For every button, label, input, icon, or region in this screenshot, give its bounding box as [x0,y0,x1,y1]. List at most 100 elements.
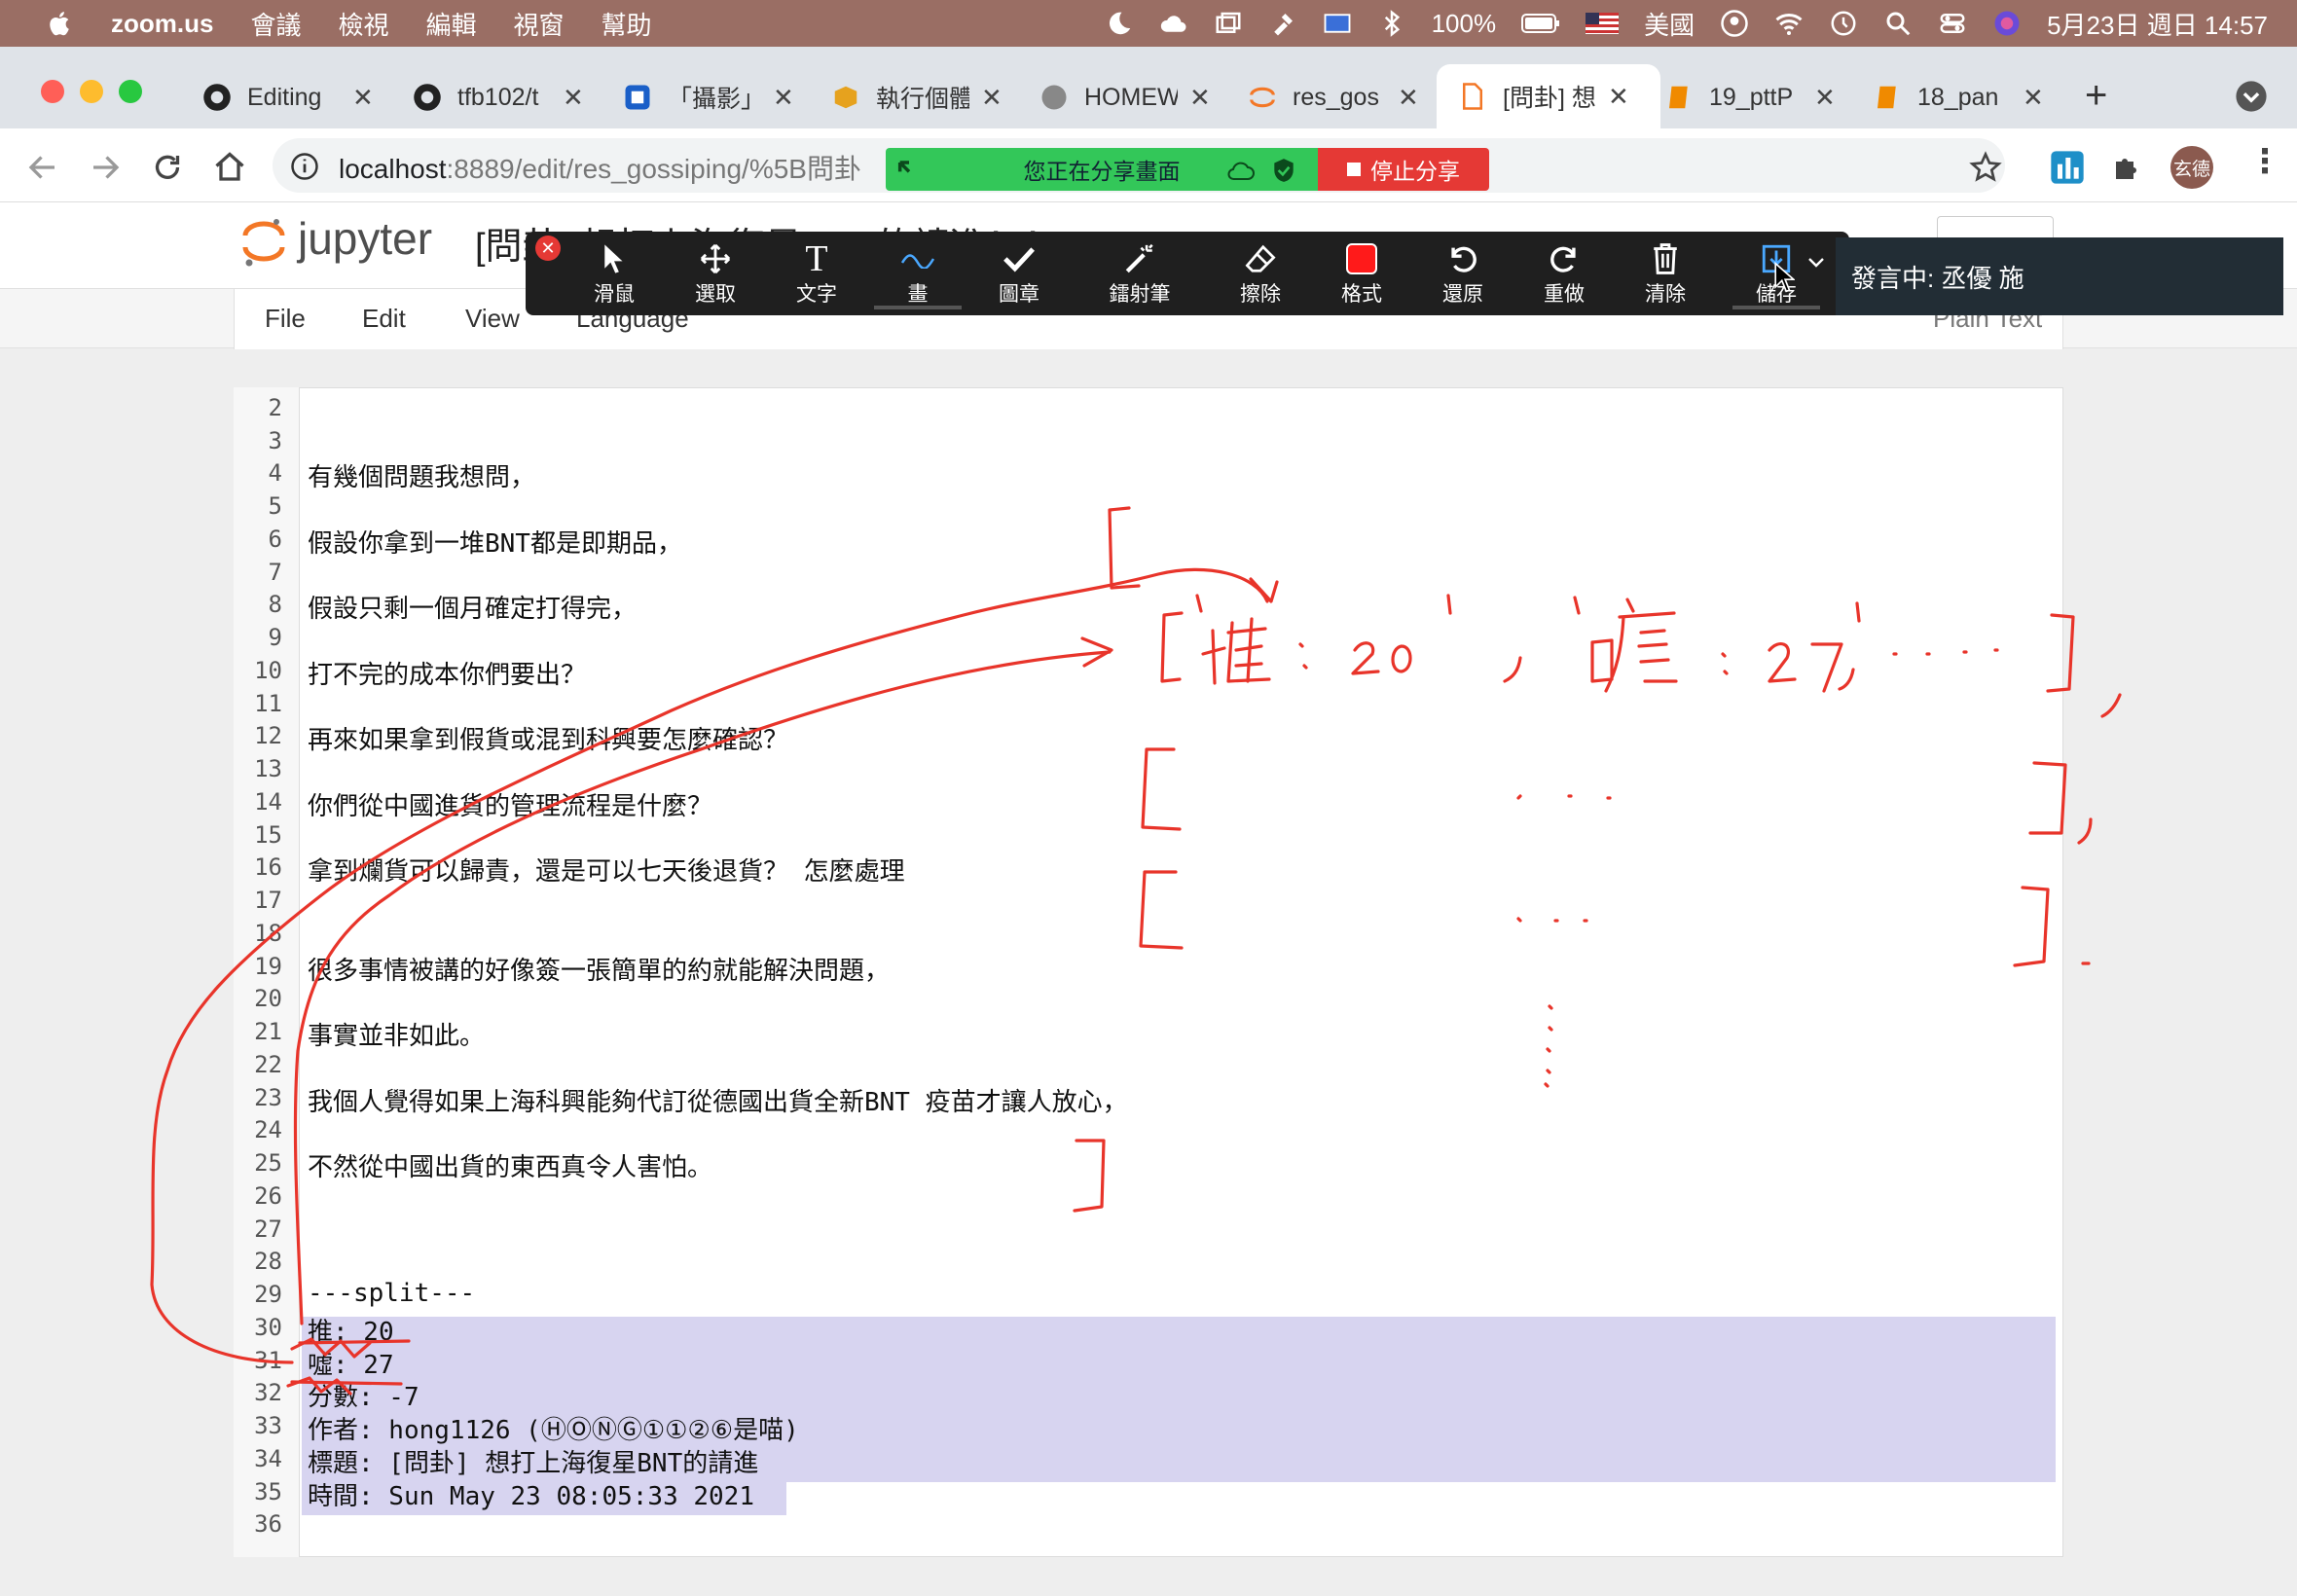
control-center-icon[interactable] [1938,9,1967,38]
editor-line-text[interactable]: 不然從中國出貨的東西真令人害怕。 [308,1147,712,1183]
tool-label: 重做 [1544,283,1585,306]
user-icon[interactable] [1720,9,1749,38]
menu-view[interactable]: View [465,304,520,334]
line-number: 16 [254,853,282,881]
menu-edit[interactable]: 編輯 [425,6,476,42]
moon-icon[interactable] [1105,9,1134,38]
new-tab-button[interactable]: + [2085,74,2107,118]
reload-icon[interactable] [150,150,185,185]
spotlight-search-icon[interactable] [1883,9,1913,38]
window-zoom-button[interactable] [119,80,142,103]
editor-line-text[interactable]: 時間: Sun May 23 08:05:33 2021 [308,1476,754,1512]
siri-icon[interactable] [1992,9,2022,38]
close-icon[interactable]: ✕ [1189,83,1211,113]
cloud-upload-icon[interactable] [1159,9,1188,38]
jupyter-logo-icon[interactable] [239,214,288,269]
stop-share-button[interactable]: 停止分享 [1318,148,1489,191]
browser-tab-homework[interactable]: HOMEW ✕ [1039,72,1211,123]
editor-line-text[interactable]: 我個人覺得如果上海科興能夠代訂從德國出貨全新BNT 疫苗才讓人放心， [308,1082,1128,1118]
tool-select-button[interactable]: 選取 [672,239,759,309]
tool-redo-button[interactable]: 重做 [1520,239,1608,309]
extension-chart-icon[interactable] [2048,148,2087,187]
tool-draw-button[interactable]: 畫 [874,239,962,309]
time-machine-icon[interactable] [1829,9,1858,38]
tool-erase-button[interactable]: 擦除 [1217,239,1304,309]
editor-line-text[interactable]: ---split--- [308,1279,475,1308]
browser-tab-tfb102[interactable]: tfb102/t ✕ [413,72,584,123]
browser-tab-active[interactable]: [問卦] 想 ✕ [1437,64,1660,128]
browser-tab-18-pan[interactable]: 18_pan ✕ [1873,72,2044,123]
line-number: 20 [254,985,282,1012]
tool-laser-button[interactable]: 鐳射筆 [1096,239,1184,309]
input-source[interactable]: 美國 [1644,6,1695,42]
editor-line-text[interactable]: 推: 20 [308,1312,394,1348]
tool-icon[interactable] [1268,9,1297,38]
info-icon[interactable] [290,152,319,181]
menu-view[interactable]: 檢視 [338,6,388,42]
close-icon[interactable]: ✕ [1398,83,1419,113]
menu-file[interactable]: File [265,304,306,334]
tool-undo-button[interactable]: 還原 [1419,239,1507,309]
home-icon[interactable] [212,150,247,185]
tool-clear-button[interactable]: 清除 [1622,239,1709,309]
tool-format-button[interactable]: 格式 [1318,239,1405,309]
tab-search-icon[interactable] [2235,80,2268,113]
url-text[interactable]: localhost:8889/edit/res_gossiping/%5B問卦 [339,148,861,187]
bookmark-star-icon[interactable] [1968,150,2003,185]
bluetooth-icon[interactable] [1377,9,1406,38]
editor-line-text[interactable]: 拿到爛貨可以歸責，還是可以七天後退貨？ 怎麼處理 [308,852,905,888]
screen-icon[interactable] [1323,9,1352,38]
browser-tab-photo[interactable]: 「攝影」 ✕ [623,72,794,123]
back-icon[interactable] [25,150,60,185]
close-icon[interactable]: ✕ [773,83,794,113]
close-icon[interactable]: ✕ [1814,83,1836,113]
editor-line-text[interactable]: 有幾個問題我想問， [308,457,535,493]
apple-icon[interactable] [39,9,82,38]
menu-clock[interactable]: 5月23日 週日 14:57 [2047,6,2268,42]
browser-tab-res-gossiping[interactable]: res_gos ✕ [1248,72,1419,123]
stop-square-icon [1347,163,1361,176]
battery-icon[interactable] [1521,12,1560,35]
editor-line-text[interactable]: 作者: hong1126 (ⒽⓄⓃⒼ①①②⑥是喵) [308,1410,799,1446]
extensions-puzzle-icon[interactable] [2110,150,2145,185]
window-minimize-button[interactable] [80,80,103,103]
menu-edit[interactable]: Edit [362,304,406,334]
browser-tab-instance[interactable]: 執行個體 ✕ [831,72,1003,123]
editor-line-text[interactable]: 標題: [問卦] 想打上海復星BNT的請進 [308,1443,758,1479]
menu-meeting[interactable]: 會議 [250,6,301,42]
shield-check-icon [1274,159,1294,182]
save-options-chevron-icon[interactable] [1806,255,1826,269]
close-icon[interactable]: ✕ [1608,82,1629,112]
menu-help[interactable]: 幫助 [602,6,652,42]
tool-label: 滑鼠 [594,283,635,306]
editor-line-text[interactable]: 分數: -7 [308,1377,419,1413]
tool-stamp-button[interactable]: 圖章 [975,239,1063,309]
jupyter-logo-text[interactable]: jupyter [298,212,432,265]
profile-avatar[interactable]: 玄德 [2170,146,2213,189]
editor-line-text[interactable]: 你們從中國進貨的管理流程是什麼？ [308,786,712,822]
window-close-button[interactable] [41,80,64,103]
editor-line-text[interactable]: 假設只剩一個月確定打得完， [308,589,637,625]
close-icon[interactable]: ✕ [563,83,584,113]
tool-text-button[interactable]: T 文字 [773,238,860,309]
browser-tab-editing[interactable]: Editing ✕ [202,72,374,123]
editor-line-text[interactable]: 事實並非如此。 [308,1016,485,1052]
windows-icon[interactable] [1214,9,1243,38]
editor-line-text[interactable]: 噓: 27 [308,1345,394,1381]
editor-line-text[interactable]: 再來如果拿到假貨或混到科興要怎麼確認？ [308,720,788,756]
app-name[interactable]: zoom.us [111,9,213,39]
tool-mouse-button[interactable]: 滑鼠 [570,239,658,309]
browser-tab-19-pttp[interactable]: 19_pttP ✕ [1664,72,1836,123]
close-icon[interactable]: ✕ [981,83,1003,113]
editor-line-text[interactable]: 很多事情被講的好像簽一張簡單的約就能解決問題， [308,951,890,987]
editor-line-text[interactable]: 假設你拿到一堆BNT都是即期品， [308,524,682,560]
menu-window[interactable]: 視窗 [514,6,565,42]
editor-line-text[interactable]: 打不完的成本你們要出？ [308,655,586,691]
sharing-status[interactable]: 您正在分享畫面 [886,148,1318,191]
more-menu-icon[interactable]: ⋮ [2248,142,2281,181]
close-icon[interactable]: ✕ [2023,83,2044,113]
wifi-icon[interactable] [1774,9,1804,38]
close-annotation-button[interactable]: ✕ [535,236,561,261]
close-icon[interactable]: ✕ [352,83,374,113]
forward-icon[interactable] [88,150,123,185]
